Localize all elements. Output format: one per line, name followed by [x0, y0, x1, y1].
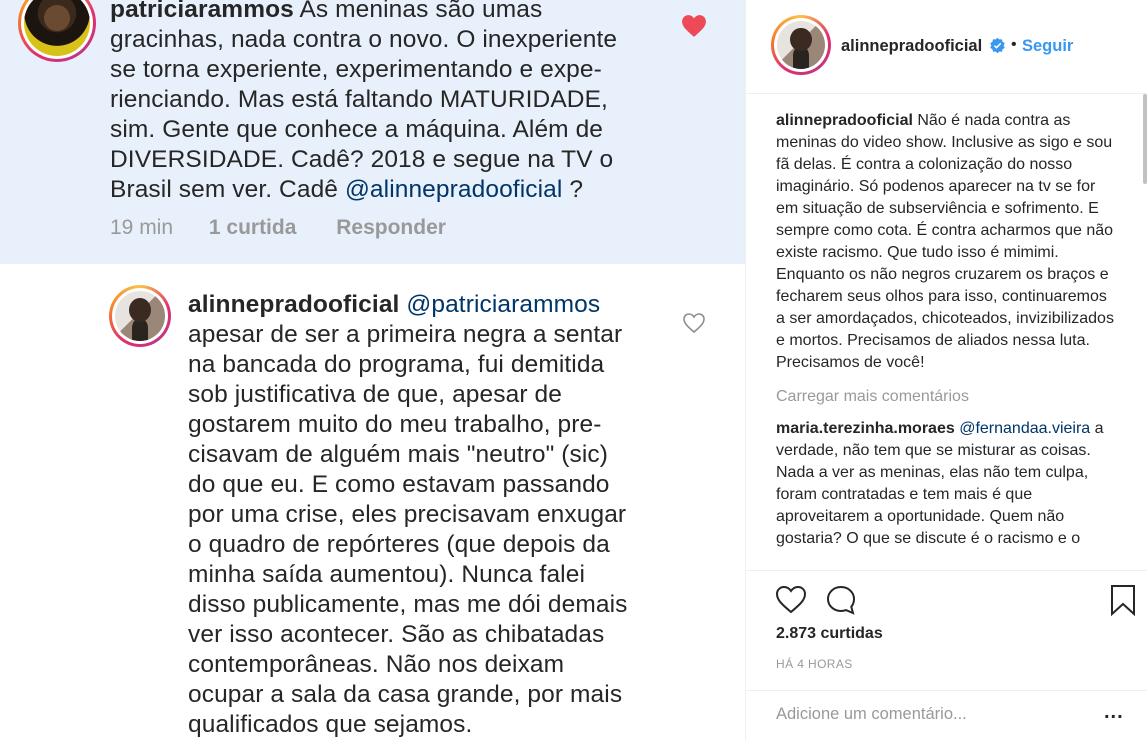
comments-scrollbar[interactable]	[1143, 94, 1147, 184]
heart-outline-icon[interactable]	[774, 583, 808, 617]
caption-username[interactable]: alinnepradooficial	[776, 112, 913, 129]
reply-button[interactable]: Responder	[336, 216, 446, 239]
heart-outline-icon[interactable]	[682, 312, 706, 334]
comment-username[interactable]: patriciarammos	[110, 0, 294, 23]
add-comment-bar: Adicione um comentário... ...	[746, 690, 1147, 740]
verified-badge-icon	[990, 37, 1005, 54]
bookmark-icon[interactable]	[1106, 583, 1140, 617]
post-caption: alinnepradooficial Não é nada contra as …	[776, 112, 1114, 371]
post-timestamp[interactable]: HÁ 4 HORAS	[776, 657, 853, 671]
follow-button[interactable]: Seguir	[1022, 37, 1073, 56]
comment-input[interactable]: Adicione um comentário...	[776, 705, 967, 724]
comment-username[interactable]: maria.terezinha.moraes	[776, 420, 955, 437]
post-header: alinnepradooficial • Seguir	[746, 0, 1147, 94]
comment-meta: 19 min 1 curtida Responder	[110, 216, 446, 240]
comment-body: patriciarammos As meninas são umas graci…	[110, 0, 670, 205]
mention-link[interactable]: @fernandaa.vieira	[959, 420, 1090, 437]
likes-count[interactable]: 2.873 curtidas	[776, 625, 883, 643]
comments-list[interactable]: alinnepradooficial Não é nada contra as …	[776, 110, 1118, 569]
comment-icon[interactable]	[824, 583, 858, 617]
list-item: maria.terezinha.moraes @fernandaa.vieira…	[776, 420, 1104, 547]
reply-comment-body: alinnepradooficial @patriciarammos apesa…	[188, 291, 628, 738]
reply-mention[interactable]: @patriciarammos	[406, 291, 600, 318]
load-more-comments-button[interactable]: Carregar mais comentários	[776, 386, 1118, 408]
comment-time: 19 min	[110, 216, 174, 239]
separator: •	[1011, 36, 1017, 53]
comment-likes[interactable]: 1 curtida	[209, 216, 297, 239]
post-author-username[interactable]: alinnepradooficial	[841, 37, 982, 56]
avatar-alinnepradooficial[interactable]	[109, 285, 171, 347]
reply-username[interactable]: alinnepradooficial	[188, 291, 399, 318]
heart-filled-icon[interactable]	[681, 14, 707, 38]
avatar-patriciarammos[interactable]	[18, 0, 96, 62]
post-author-avatar[interactable]	[771, 15, 831, 75]
post-actions: 2.873 curtidas HÁ 4 HORAS	[746, 570, 1147, 690]
mention-link[interactable]: @alinnepradooficial	[345, 176, 562, 203]
highlighted-comment: patriciarammos As meninas são umas graci…	[0, 0, 745, 264]
zoomed-comments-panel: patriciarammos As meninas são umas graci…	[0, 0, 745, 740]
post-sidebar: alinnepradooficial • Seguir alinnepradoo…	[745, 0, 1147, 740]
more-options-icon[interactable]: ...	[1104, 701, 1124, 724]
